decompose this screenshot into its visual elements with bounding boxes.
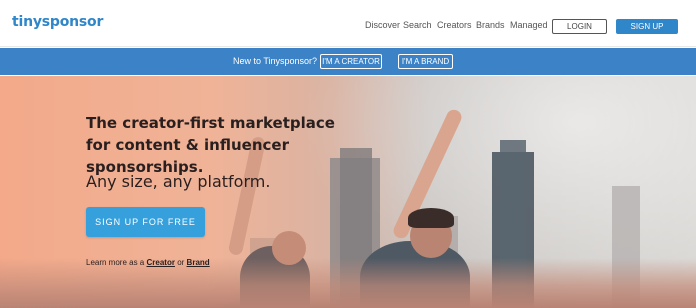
logo[interactable]: tinysponsor	[12, 14, 103, 30]
nav-discover[interactable]: Discover	[365, 20, 400, 30]
learn-or: or	[177, 258, 185, 267]
signup-free-button[interactable]: SIGN UP FOR FREE	[86, 207, 205, 237]
login-button[interactable]: LOGIN	[552, 19, 607, 34]
hero-subheadline: Any size, any platform.	[86, 172, 271, 191]
brand-button[interactable]: I'M A BRAND	[398, 54, 453, 69]
new-user-banner: New to Tinysponsor? I'M A CREATOR I'M A …	[0, 48, 696, 75]
nav-search[interactable]: Search	[403, 20, 432, 30]
learn-brand-link[interactable]: Brand	[187, 258, 210, 267]
hero-person-hair	[408, 208, 454, 228]
nav-creators[interactable]: Creators	[437, 20, 472, 30]
nav-brands[interactable]: Brands	[476, 20, 505, 30]
creator-button[interactable]: I'M A CREATOR	[320, 54, 382, 69]
learn-prefix: Learn more as a	[86, 258, 145, 267]
hero-headline: The creator-first marketplace for conten…	[86, 114, 335, 176]
top-header: tinysponsor Discover Search Creators Bra…	[0, 0, 696, 47]
banner-text: New to Tinysponsor?	[233, 56, 318, 66]
learn-more-text: Learn more as a Creator or Brand	[86, 258, 210, 267]
hero-section: The creator-first marketplace for conten…	[0, 76, 696, 308]
learn-creator-link[interactable]: Creator	[147, 258, 175, 267]
nav-managed[interactable]: Managed	[510, 20, 548, 30]
signup-button[interactable]: SIGN UP	[616, 19, 678, 34]
